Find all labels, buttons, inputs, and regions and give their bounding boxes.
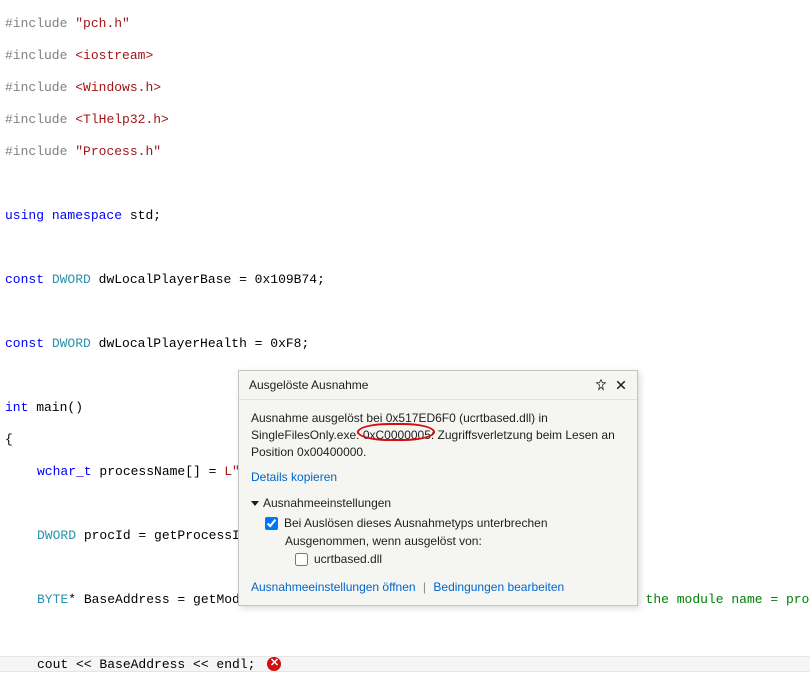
- excluded-label: Ausgenommen, wenn ausgelöst von:: [251, 533, 625, 549]
- string-token: "pch.h": [75, 16, 130, 31]
- current-line: cout << BaseAddress << endl; ✕: [0, 656, 810, 672]
- code-line: #include <Windows.h>: [0, 80, 810, 96]
- code-line: #include <TlHelp32.h>: [0, 112, 810, 128]
- keyword-token: namespace: [52, 208, 122, 223]
- code-line: [0, 624, 810, 640]
- code-text: cout << BaseAddress << endl;: [37, 657, 255, 672]
- tooltip-links: Details kopieren: [239, 465, 637, 495]
- preproc-token: #include: [5, 144, 67, 159]
- break-on-exception-row: Bei Auslösen dieses Ausnahmetyps unterbr…: [251, 515, 625, 531]
- angle-include: <iostream>: [75, 48, 153, 63]
- checkbox-label: Bei Auslösen dieses Ausnahmetyps unterbr…: [284, 515, 548, 531]
- preproc-token: #include: [5, 48, 67, 63]
- type-token: DWORD: [37, 528, 76, 543]
- preproc-token: #include: [5, 80, 67, 95]
- exception-tooltip: Ausgelöste Ausnahme Ausnahme ausgelöst b…: [238, 370, 638, 606]
- exclude-module-row: ucrtbased.dll: [251, 551, 625, 567]
- keyword-token: wchar_t: [37, 464, 92, 479]
- type-token: DWORD: [52, 272, 91, 287]
- code-text: main(): [28, 400, 83, 415]
- angle-include: <TlHelp32.h>: [75, 112, 169, 127]
- code-line: [0, 176, 810, 192]
- edit-conditions-link[interactable]: Bedingungen bearbeiten: [433, 580, 564, 594]
- code-line: [0, 240, 810, 256]
- tooltip-title: Ausgelöste Ausnahme: [249, 377, 368, 393]
- keyword-token: int: [5, 400, 28, 415]
- type-token: DWORD: [52, 336, 91, 351]
- type-token: BYTE: [37, 592, 68, 607]
- exclude-module-checkbox[interactable]: [295, 553, 308, 566]
- tooltip-body: Ausnahme ausgelöst bei 0x517ED6F0 (ucrtb…: [239, 400, 637, 465]
- tooltip-header: Ausgelöste Ausnahme: [239, 371, 637, 400]
- tooltip-footer: Ausnahmeeinstellungen öffnen | Bedingung…: [239, 579, 637, 605]
- exception-message: Ausnahme ausgelöst bei 0x517ED6F0 (ucrtb…: [251, 411, 615, 459]
- pin-icon[interactable]: [593, 377, 609, 393]
- preproc-token: #include: [5, 16, 67, 31]
- close-icon[interactable]: [613, 377, 629, 393]
- checkbox-label: ucrtbased.dll: [314, 551, 382, 567]
- code-line: [0, 304, 810, 320]
- keyword-token: const: [5, 336, 44, 351]
- code-text: {: [5, 432, 13, 447]
- angle-include: <Windows.h>: [75, 80, 161, 95]
- open-settings-link[interactable]: Ausnahmeeinstellungen öffnen: [251, 580, 416, 594]
- exception-settings: Ausnahmeeinstellungen Bei Auslösen diese…: [239, 495, 637, 579]
- code-line: const DWORD dwLocalPlayerHealth = 0xF8;: [0, 336, 810, 352]
- code-text: dwLocalPlayerHealth = 0xF8;: [91, 336, 309, 351]
- code-line: const DWORD dwLocalPlayerBase = 0x109B74…: [0, 272, 810, 288]
- code-text: processName[] =: [92, 464, 225, 479]
- settings-label: Ausnahmeeinstellungen: [263, 495, 391, 511]
- settings-header[interactable]: Ausnahmeeinstellungen: [251, 495, 625, 511]
- error-icon[interactable]: ✕: [267, 657, 281, 671]
- keyword-token: const: [5, 272, 44, 287]
- code-line: #include <iostream>: [0, 48, 810, 64]
- expand-triangle-icon: [251, 501, 259, 506]
- code-text: std;: [122, 208, 161, 223]
- copy-details-link[interactable]: Details kopieren: [251, 470, 337, 484]
- code-line: using namespace std;: [0, 208, 810, 224]
- tooltip-actions: [593, 377, 629, 393]
- keyword-token: using: [5, 208, 44, 223]
- break-on-exception-checkbox[interactable]: [265, 517, 278, 530]
- code-text: dwLocalPlayerBase = 0x109B74;: [91, 272, 325, 287]
- code-line: #include "pch.h": [0, 16, 810, 32]
- string-token: "Process.h": [75, 144, 161, 159]
- separator: |: [423, 580, 426, 594]
- preproc-token: #include: [5, 112, 67, 127]
- code-line: #include "Process.h": [0, 144, 810, 160]
